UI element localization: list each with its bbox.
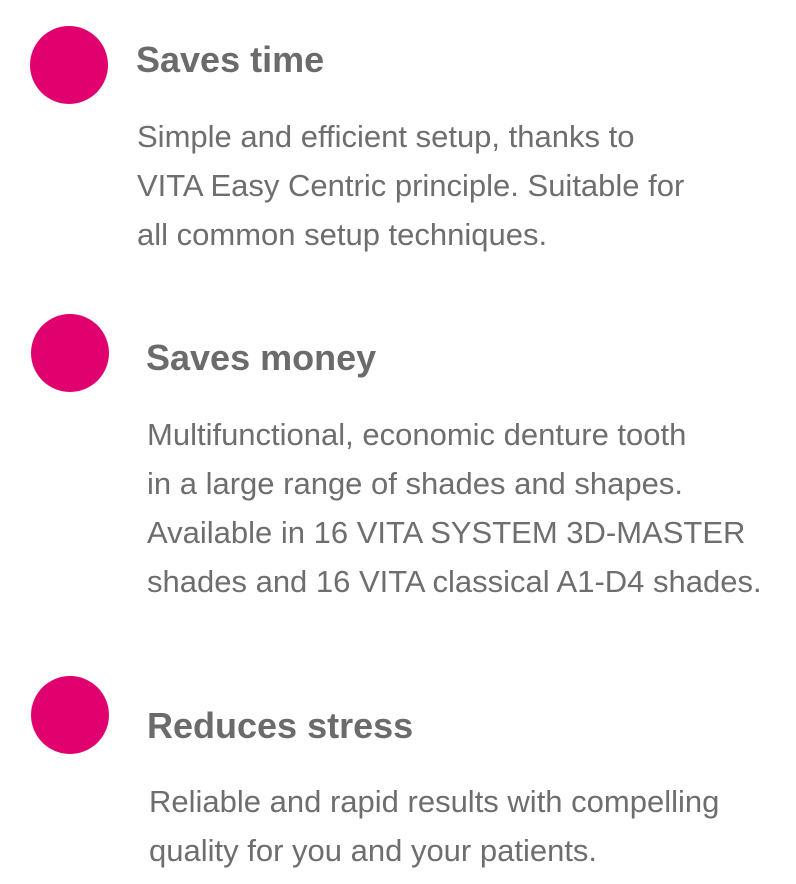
- feature-description: Simple and efficient setup, thanks to VI…: [137, 119, 685, 252]
- pink-circle-icon: [31, 676, 109, 754]
- feature-title: Saves money: [146, 337, 377, 378]
- pink-circle-icon: [31, 314, 109, 392]
- feature-description: Multifunctional, economic denture tooth …: [147, 417, 762, 599]
- pink-circle-icon: [30, 26, 108, 104]
- feature-description: Reliable and rapid results with compelli…: [149, 784, 720, 868]
- feature-title: Saves time: [136, 39, 325, 80]
- feature-title: Reduces stress: [147, 705, 414, 746]
